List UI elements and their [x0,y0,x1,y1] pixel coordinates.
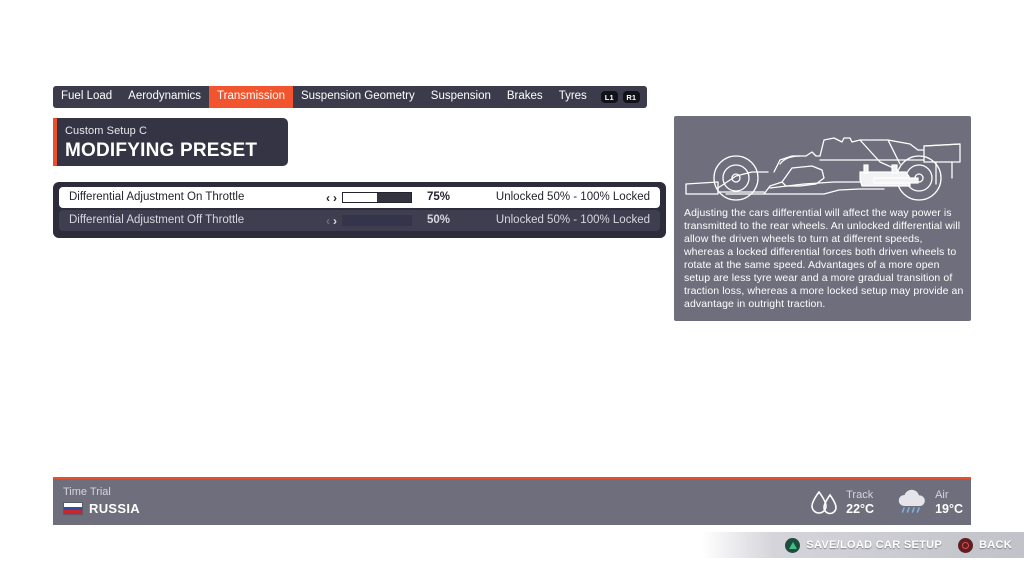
track-country: RUSSIA [63,501,140,516]
setting-range-hint: Unlocked 50% - 100% Locked [495,191,650,203]
f1-car-side-view-icon [685,137,961,201]
preset-title: MODIFYING PRESET [65,140,258,161]
setting-slider[interactable] [342,192,412,203]
preset-header: Custom Setup C MODIFYING PRESET [53,118,288,166]
water-droplets-icon [811,490,837,515]
prompt-back-label: BACK [979,539,1012,551]
track-country-label: RUSSIA [89,501,140,516]
setting-value: 75% [426,191,450,203]
circle-button-icon [958,537,974,553]
setting-label: Differential Adjustment On Throttle [69,191,245,203]
weather-track-text: Track 22°C [846,489,874,516]
weather-air-text: Air 19°C [935,489,963,516]
session-info: Time Trial RUSSIA [63,485,140,516]
chevron-right-icon[interactable]: › [331,214,338,228]
tab-fuel-load[interactable]: Fuel Load [53,86,120,108]
stepper-arrows[interactable]: ‹ › [324,191,338,205]
weather-track-value: 22°C [846,501,875,516]
setting-range-hint: Unlocked 50% - 100% Locked [495,214,650,226]
weather-info: Track 22°C Air 19°C [809,488,963,516]
differential-highlight [859,164,919,187]
setting-control[interactable]: ‹ › 75% [324,191,454,205]
tab-suspension[interactable]: Suspension [423,86,499,108]
chevron-left-icon[interactable]: ‹ [324,214,331,228]
preset-accent-bar [53,118,57,166]
status-bar: Time Trial RUSSIA Track 22°C Air 19°C [53,477,971,525]
weather-track-label: Track [846,488,874,501]
stepper-arrows[interactable]: ‹ › [324,214,338,228]
button-prompt-bar: SAVE/LOAD CAR SETUP BACK [702,532,1024,558]
prompt-save-load-car-setup[interactable]: SAVE/LOAD CAR SETUP [785,537,943,553]
weather-air: Air 19°C [896,488,963,516]
tab-transmission[interactable]: Transmission [209,86,293,108]
weather-track: Track 22°C [809,488,874,516]
settings-panel: Differential Adjustment On Throttle ‹ › … [53,182,666,238]
setting-row-diff-on-throttle[interactable]: Differential Adjustment On Throttle ‹ › … [59,187,660,208]
l1-bumper-icon[interactable]: L1 [600,91,618,103]
info-description: Adjusting the cars differential will aff… [684,207,964,310]
weather-air-value: 19°C [935,501,963,516]
triangle-button-icon [785,537,801,553]
tab-suspension-geometry[interactable]: Suspension Geometry [293,86,423,108]
setting-control[interactable]: ‹ › 50% [324,214,454,228]
setting-label: Differential Adjustment Off Throttle [69,214,245,226]
session-mode-label: Time Trial [63,486,111,498]
chevron-right-icon[interactable]: › [331,191,338,205]
car-illustration [674,116,971,204]
setting-slider[interactable] [342,215,412,226]
tab-aerodynamics[interactable]: Aerodynamics [120,86,209,108]
weather-air-label: Air [935,488,949,501]
r1-bumper-icon[interactable]: R1 [622,91,640,103]
chevron-left-icon[interactable]: ‹ [324,191,331,205]
preset-subtitle: Custom Setup C [65,125,148,137]
russia-flag-icon [63,502,83,515]
setup-category-tabbar[interactable]: Fuel Load Aerodynamics Transmission Susp… [53,86,647,108]
prompt-back[interactable]: BACK [958,537,1012,553]
setting-row-diff-off-throttle[interactable]: Differential Adjustment Off Throttle ‹ ›… [59,210,660,231]
info-panel: Adjusting the cars differential will aff… [674,116,971,321]
rain-cloud-icon [898,489,925,513]
prompt-save-load-label: SAVE/LOAD CAR SETUP [806,539,943,551]
bumper-hints: L1 R1 [595,91,647,103]
slider-fill [377,193,411,202]
tab-tyres[interactable]: Tyres [551,86,595,108]
tab-brakes[interactable]: Brakes [499,86,551,108]
setting-value: 50% [426,214,450,226]
